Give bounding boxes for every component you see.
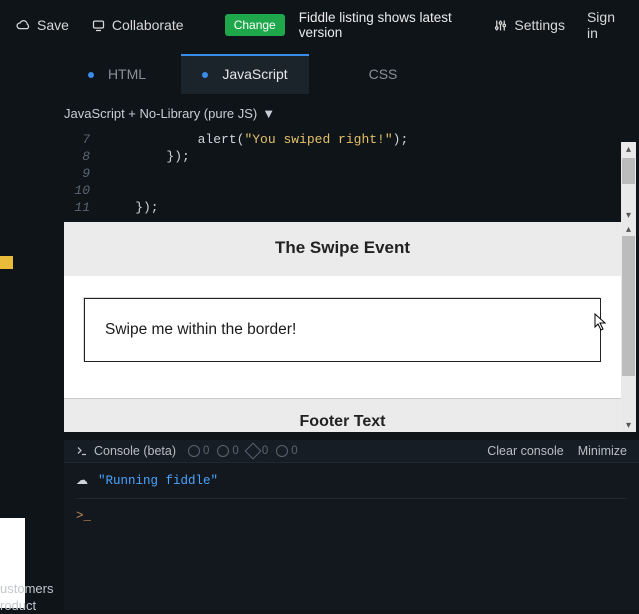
clear-console-button[interactable]: Clear console [487,444,563,458]
top-toolbar: Save Collaborate Change Fiddle listing s… [0,0,639,50]
tab-javascript[interactable]: JavaScript [181,54,309,94]
line-number: 11 [64,199,104,216]
console-message: "Running fiddle" [98,474,218,488]
count-error: 0 [247,445,268,457]
console-panel: Console (beta) 0 0 0 0 Clear console Min… [64,440,639,610]
caret-down-icon: ▼ [262,106,275,121]
truncated-text: ustomers roduct [0,580,53,614]
scroll-down-icon[interactable]: ▾ [621,418,636,432]
scroll-thumb[interactable] [622,158,635,184]
listing-status: Fiddle listing shows latest version [299,10,468,40]
collaborate-button[interactable]: Collaborate [85,12,190,38]
tab-css-label: CSS [369,66,398,82]
signin-label: Sign in [587,9,623,41]
line-number: 10 [64,182,104,199]
count-warn: 0 [217,445,238,457]
tab-js-label: JavaScript [222,66,287,82]
editor-scrollbar[interactable]: ▴ ▾ [621,142,636,222]
console-title-label: Console (beta) [94,444,176,458]
line-number: 8 [64,148,104,165]
line-number: 9 [64,165,104,182]
sidebar-fragment [0,50,52,610]
console-output: ☁ "Running fiddle" >_ [64,463,639,533]
collaborate-icon [91,18,106,33]
preview-scrollbar[interactable]: ▴ ▾ [621,222,636,432]
framework-selector[interactable]: JavaScript + No-Library (pure JS) ▼ [0,94,639,131]
preview-body: Swipe me within the border! [64,276,621,398]
swipe-area[interactable]: Swipe me within the border! [84,298,601,362]
console-toolbar: Console (beta) 0 0 0 0 Clear console Min… [64,440,639,463]
save-button[interactable]: Save [10,12,75,38]
scroll-thumb[interactable] [622,236,635,376]
code-editor[interactable]: 7 alert("You swiped right!"); 8 }); 9 10… [0,131,639,216]
tab-html[interactable]: HTML [53,54,181,94]
cloud-save-icon [16,18,31,33]
console-counts: 0 0 0 0 [188,445,298,457]
change-badge[interactable]: Change [225,14,285,36]
framework-label: JavaScript + No-Library (pure JS) [64,106,257,121]
collaborate-label: Collaborate [112,17,184,33]
save-label: Save [37,17,69,33]
count-log: 0 [276,445,297,457]
line-number: 7 [64,131,104,148]
prompt-icon [76,445,88,457]
scroll-up-icon[interactable]: ▴ [621,142,636,156]
sliders-icon [493,18,508,33]
tab-html-label: HTML [108,66,146,82]
settings-button[interactable]: Settings [487,12,571,38]
minimize-console-button[interactable]: Minimize [578,444,627,458]
console-prompt[interactable]: >_ [76,509,91,523]
editor-tabs: HTML JavaScript CSS [53,50,639,94]
yellow-marker-icon [0,256,13,269]
scroll-up-icon[interactable]: ▴ [621,222,636,236]
scroll-down-icon[interactable]: ▾ [621,208,636,222]
modified-dot-icon [88,72,94,78]
count-info: 0 [188,445,209,457]
tab-css[interactable]: CSS [309,54,437,94]
signin-button[interactable]: Sign in [581,4,629,46]
preview-header: The Swipe Event [64,222,621,276]
result-preview: The Swipe Event Swipe me within the bord… [64,222,621,432]
preview-footer: Footer Text [64,398,621,445]
cloud-icon: ☁ [76,473,88,488]
settings-label: Settings [514,17,565,33]
modified-dot-icon [202,72,208,78]
